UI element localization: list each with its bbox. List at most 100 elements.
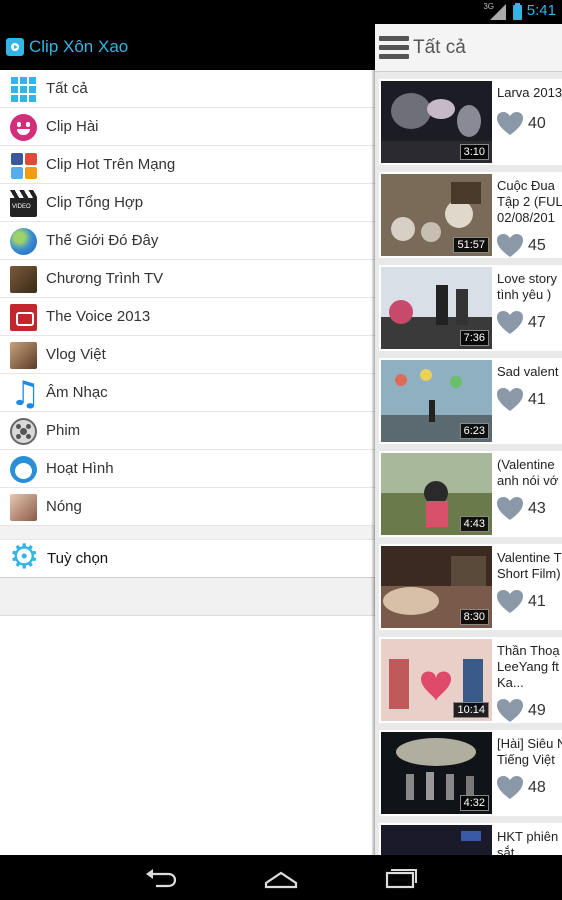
- video-item[interactable]: 51:57 Cuộc Đua Tập 2 (FUL 02/08/201 45: [379, 172, 562, 258]
- options-label: Tuỳ chọn: [47, 550, 109, 567]
- like-count: 41: [528, 391, 546, 408]
- drawer-header: Clip Xôn Xao: [0, 24, 375, 70]
- video-thumbnail[interactable]: 3:10: [381, 81, 492, 163]
- video-duration: 6:23: [459, 423, 489, 439]
- drawer-item-phim[interactable]: Phim: [0, 412, 375, 450]
- like-counter[interactable]: 41: [497, 388, 557, 414]
- drawer-item-am-nhac[interactable]: Âm Nhạc: [0, 374, 375, 414]
- like-count: 41: [528, 593, 546, 610]
- back-icon[interactable]: [144, 865, 178, 889]
- drawer-item-clip-tong-hop[interactable]: Clip Tổng Hợp: [0, 184, 375, 222]
- drawer-item-clip-hot[interactable]: Clip Hot Trên Mạng: [0, 146, 375, 184]
- video-title: [Hài] Siêu N Tiếng Việt: [497, 736, 562, 767]
- drawer-item-tat-ca[interactable]: Tất cả: [0, 70, 375, 108]
- video-item[interactable]: 10:14 Thần Thoạ LeeYang ft Ka... 49: [379, 637, 562, 723]
- home-icon[interactable]: [264, 865, 298, 889]
- like-counter[interactable]: 45: [497, 234, 557, 260]
- heart-icon: [497, 699, 523, 722]
- globe-icon: [10, 228, 37, 255]
- drawer-footer-band: [0, 578, 375, 616]
- recent-apps-icon[interactable]: [384, 865, 418, 889]
- video-duration: 10:14: [453, 702, 489, 718]
- video-item[interactable]: 6:23 Sad valent 41: [379, 358, 562, 444]
- like-count: 47: [528, 314, 546, 331]
- grid-icon: [10, 76, 37, 103]
- video-item[interactable]: 3:10 Larva 2013 40: [379, 79, 562, 165]
- drawer-item-label: Clip Hài: [46, 118, 99, 135]
- signal-icon: [490, 4, 506, 20]
- video-title: (Valentine anh nói vớ: [497, 457, 559, 488]
- like-count: 40: [528, 115, 546, 132]
- drawer-item-label: Tất cả: [46, 80, 88, 97]
- video-duration: 7:36: [459, 330, 489, 346]
- app-logo-icon: [6, 38, 24, 56]
- hot-photo-icon: [10, 494, 37, 521]
- drawer-item-label: The Voice 2013: [46, 308, 151, 325]
- the-voice-icon: [10, 304, 37, 331]
- drawer-item-clip-hai[interactable]: Clip Hài: [0, 108, 375, 146]
- video-thumbnail[interactable]: 4:43: [381, 453, 492, 535]
- heart-icon: [497, 112, 523, 135]
- like-counter[interactable]: 49: [497, 699, 557, 725]
- heart-icon: [497, 590, 523, 613]
- vlog-photo-icon: [10, 342, 37, 369]
- video-duration: 4:32: [459, 795, 489, 811]
- video-thumbnail[interactable]: 7:36: [381, 267, 492, 349]
- video-title: Sad valent: [497, 364, 559, 379]
- like-counter[interactable]: 48: [497, 776, 557, 802]
- drawer-item-the-gioi[interactable]: Thế Giới Đó Đây: [0, 222, 375, 260]
- drawer-item-hoat-hinh[interactable]: Hoạt Hình: [0, 450, 375, 488]
- like-counter[interactable]: 43: [497, 497, 557, 523]
- video-title: Valentine T Short Film): [497, 550, 562, 581]
- video-item[interactable]: 4:32 [Hài] Siêu N Tiếng Việt 48: [379, 730, 562, 816]
- video-thumbnail[interactable]: [381, 825, 492, 855]
- drawer-menu: Tất cả Clip Hài Clip Hot Trên Mạng Clip …: [0, 70, 375, 526]
- like-counter[interactable]: 40: [497, 112, 557, 138]
- heart-icon: [497, 388, 523, 411]
- like-counter[interactable]: 47: [497, 311, 557, 337]
- video-thumbnail[interactable]: 6:23: [381, 360, 492, 442]
- heart-icon: [497, 311, 523, 334]
- clock: 5:41: [526, 2, 556, 19]
- social-icon: [10, 152, 37, 179]
- drawer-item-label: Clip Tổng Hợp: [46, 194, 144, 211]
- like-count: 48: [528, 779, 546, 796]
- video-item[interactable]: 8:30 Valentine T Short Film) 41: [379, 544, 562, 630]
- drawer-item-vlog-viet[interactable]: Vlog Việt: [0, 336, 375, 374]
- drawer-item-chuong-trinh-tv[interactable]: Chương Trình TV: [0, 260, 375, 298]
- drawer-item-label: Chương Trình TV: [46, 270, 164, 287]
- video-item[interactable]: 7:36 Love story tình yêu ) 47: [379, 265, 562, 351]
- hamburger-menu-icon[interactable]: [379, 36, 409, 60]
- video-thumbnail[interactable]: 8:30: [381, 546, 492, 628]
- clapperboard-icon: [10, 190, 37, 217]
- options-item[interactable]: Tuỳ chọn: [0, 537, 375, 578]
- navigation-drawer: Clip Xôn Xao Tất cả Clip Hài Clip Hot Tr…: [0, 24, 375, 855]
- video-thumbnail[interactable]: 51:57: [381, 174, 492, 256]
- like-count: 45: [528, 237, 546, 254]
- video-item[interactable]: HKT phiên sắt: [379, 823, 562, 855]
- video-title: Cuộc Đua Tập 2 (FUL 02/08/201: [497, 178, 562, 225]
- tv-host-photo-icon: [10, 266, 37, 293]
- heart-icon: [497, 776, 523, 799]
- system-navigation-bar: [0, 855, 562, 900]
- video-title: Larva 2013: [497, 85, 562, 100]
- battery-icon: [513, 3, 522, 20]
- video-thumbnail[interactable]: 10:14: [381, 639, 492, 721]
- film-reel-icon: [10, 418, 37, 445]
- status-bar: 3G 5:41: [0, 0, 562, 24]
- panel-title: Tất cả: [413, 37, 466, 58]
- drawer-item-nong[interactable]: Nóng: [0, 488, 375, 526]
- video-thumbnail[interactable]: 4:32: [381, 732, 492, 814]
- video-item[interactable]: 4:43 (Valentine anh nói vớ 43: [379, 451, 562, 537]
- heart-icon: [497, 234, 523, 257]
- video-duration: 51:57: [453, 237, 489, 253]
- video-title: Thần Thoạ LeeYang ft Ka...: [497, 643, 560, 690]
- video-duration: 3:10: [459, 144, 489, 160]
- drawer-separator: [0, 526, 375, 540]
- like-counter[interactable]: 41: [497, 590, 557, 616]
- drawer-item-label: Phim: [46, 422, 81, 439]
- drawer-item-label: Vlog Việt: [46, 346, 106, 363]
- drawer-item-the-voice[interactable]: The Voice 2013: [0, 298, 375, 336]
- drawer-item-label: Thế Giới Đó Đây: [46, 232, 159, 249]
- video-title: Love story tình yêu ): [497, 271, 557, 302]
